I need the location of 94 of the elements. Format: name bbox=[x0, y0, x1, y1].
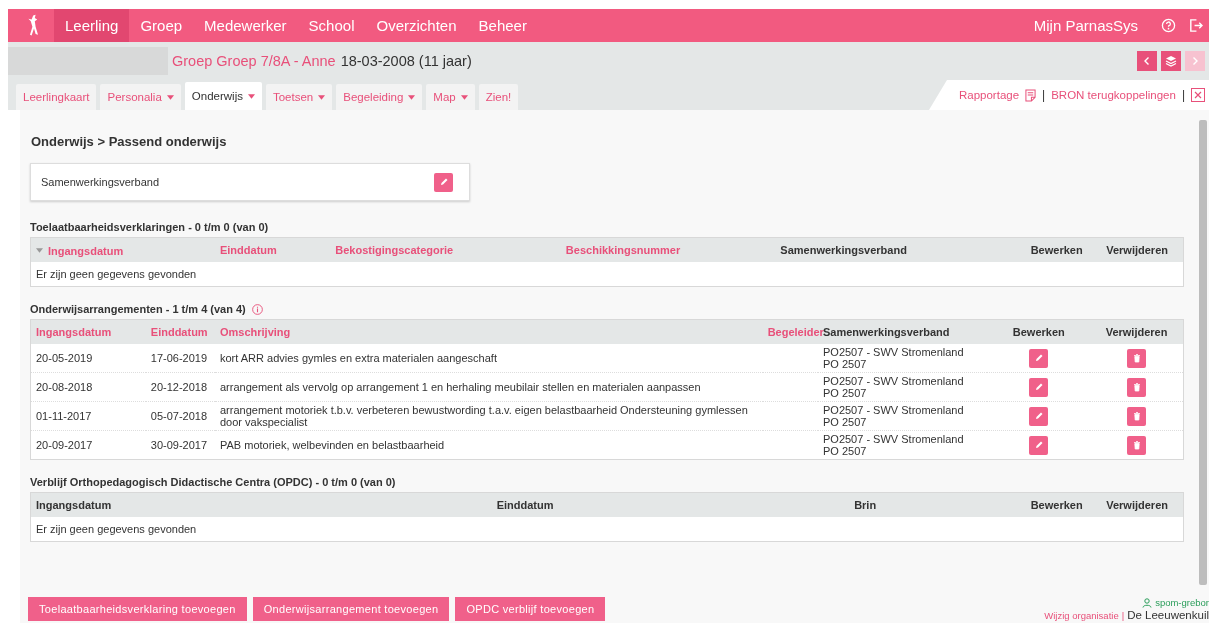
table-cell: 17-06-2019 bbox=[150, 352, 208, 364]
trash-icon bbox=[1131, 382, 1142, 392]
pencil-icon bbox=[438, 177, 449, 187]
page-title: Onderwijs > Passend onderwijs bbox=[31, 134, 228, 149]
trash-icon bbox=[1131, 353, 1142, 363]
edit-button[interactable] bbox=[434, 172, 453, 192]
tab[interactable]: Onderwijs bbox=[184, 82, 262, 110]
column-header: Bewerken bbox=[1030, 499, 1083, 511]
column-header: Verwijderen bbox=[1106, 499, 1168, 511]
close-icon[interactable] bbox=[1191, 88, 1205, 102]
nav-item[interactable]: School bbox=[297, 9, 366, 42]
pencil-icon bbox=[1033, 440, 1044, 450]
column-header: Samenwerkingsverband bbox=[780, 244, 907, 256]
tab[interactable]: Zien! bbox=[478, 84, 519, 110]
table-cell: arrangement als vervolg op arrangement 1 en herhaling meubilair stellen en materialen aanpassen bbox=[219, 381, 701, 393]
add-button[interactable]: Onderwijsarrangement toevoegen bbox=[252, 597, 450, 621]
column-header: Ingangsdatum bbox=[36, 499, 112, 511]
edit-button[interactable] bbox=[1029, 348, 1049, 368]
tab[interactable]: Begeleiding bbox=[336, 84, 423, 110]
edit-button[interactable] bbox=[1029, 377, 1049, 397]
column-header: Bewerken bbox=[1012, 326, 1065, 338]
student-birthdate: 18-03-2008 (11 jaar) bbox=[340, 53, 472, 69]
info-icon[interactable] bbox=[251, 303, 263, 315]
table-cell: 20-09-2017 bbox=[36, 439, 93, 451]
trash-icon bbox=[1131, 411, 1142, 421]
layers-icon bbox=[1165, 55, 1177, 67]
username: spom-grebor bbox=[1155, 596, 1209, 609]
table-title: Toelaatbaarheidsverklaringen - 0 t/m 0 (van 0) bbox=[30, 221, 269, 233]
table-cell: PO2507 - SWV Stromenland PO 2507 bbox=[823, 404, 964, 428]
column-header: Verwijderen bbox=[1106, 244, 1168, 256]
empty-message: Er zijn geen gegevens gevonden bbox=[36, 268, 197, 280]
delete-button[interactable] bbox=[1127, 435, 1147, 455]
delete-button[interactable] bbox=[1127, 348, 1147, 368]
change-organisation-link[interactable]: Wijzig organisatie bbox=[1044, 609, 1119, 622]
add-button[interactable]: Toelaatbaarheidsverklaring toevoegen bbox=[28, 597, 247, 621]
scrollbar[interactable] bbox=[1199, 120, 1207, 585]
trash-icon bbox=[1131, 440, 1142, 450]
user-icon bbox=[1142, 597, 1153, 608]
nav-item[interactable]: Leerling bbox=[54, 9, 130, 42]
table-cell: kort ARR advies gymles en extra materialen aangeschaft bbox=[219, 352, 497, 364]
column-header: Bewerken bbox=[1030, 244, 1083, 256]
report-link[interactable]: Rapportage bbox=[958, 89, 1020, 101]
document-icon bbox=[1025, 88, 1037, 102]
table-cell: arrangement motoriek t.b.v. verbeteren bewustwording t.a.v. eigen belastbaarheid Ondersteuning gymlessen door vakspecialist bbox=[219, 404, 748, 428]
add-button[interactable]: OPDC verblijf toevoegen bbox=[455, 597, 606, 621]
table-title: Verblijf Orthopedagogisch Didactische Centra (OPDC) - 0 t/m 0 (van 0) bbox=[30, 476, 396, 488]
chevron-left-icon bbox=[1142, 56, 1152, 66]
table-cell: PO2507 - SWV Stromenland PO 2507 bbox=[823, 433, 964, 457]
layers-button[interactable] bbox=[1161, 51, 1181, 71]
table-cell: 01-11-2017 bbox=[36, 410, 92, 422]
edit-button[interactable] bbox=[1029, 435, 1049, 455]
column-header: Brin bbox=[854, 499, 877, 511]
sort-icon[interactable] bbox=[36, 248, 43, 254]
table-cell: 20-05-2019 bbox=[36, 352, 93, 364]
table-cell: 05-07-2018 bbox=[150, 410, 208, 422]
tab[interactable]: Leerlingkaart bbox=[16, 84, 97, 110]
nav-item[interactable]: Groep bbox=[129, 9, 194, 42]
column-header: Verwijderen bbox=[1105, 326, 1168, 338]
tab[interactable]: Personalia bbox=[100, 84, 181, 110]
student-group: Groep Groep 7/8A - Anne bbox=[172, 53, 336, 69]
nav-item[interactable]: Overzichten bbox=[365, 9, 468, 42]
sortable-column-header[interactable]: Begeleider bbox=[767, 326, 824, 338]
tab[interactable]: Map bbox=[426, 84, 475, 110]
pencil-icon bbox=[1033, 353, 1044, 363]
card-label: Samenwerkingsverband bbox=[41, 176, 159, 188]
delete-button[interactable] bbox=[1127, 406, 1147, 426]
bron-link[interactable]: BRON terugkoppelingen bbox=[1051, 89, 1176, 101]
separator: | bbox=[1181, 88, 1185, 102]
table-title: Onderwijsarrangementen - 1 t/m 4 (van 4) bbox=[30, 303, 246, 315]
column-header: Samenwerkingsverband bbox=[823, 326, 950, 338]
pencil-icon bbox=[1033, 382, 1044, 392]
help-icon[interactable] bbox=[1161, 18, 1176, 33]
sortable-column-header[interactable]: Omschrijving bbox=[219, 326, 291, 338]
user-menu[interactable]: Mijn ParnasSys bbox=[1022, 9, 1149, 42]
edit-button[interactable] bbox=[1029, 406, 1049, 426]
table-cell: PAB motoriek, welbevinden en belastbaarheid bbox=[219, 439, 445, 451]
delete-button[interactable] bbox=[1127, 377, 1147, 397]
organisation-name: De Leeuwenkuil bbox=[1127, 608, 1209, 621]
nav-item[interactable]: Medewerker bbox=[193, 9, 298, 42]
separator: | bbox=[1042, 88, 1046, 102]
empty-message: Er zijn geen gegevens gevonden bbox=[36, 523, 197, 535]
table-cell: PO2507 - SWV Stromenland PO 2507 bbox=[823, 375, 964, 399]
logout-icon[interactable] bbox=[1188, 18, 1203, 33]
table-cell: 20-12-2018 bbox=[150, 381, 208, 393]
column-header: Einddatum bbox=[496, 499, 554, 511]
table-cell: 20-08-2018 bbox=[36, 381, 93, 393]
pencil-icon bbox=[1033, 411, 1044, 421]
previous-button[interactable] bbox=[1137, 51, 1157, 71]
table-cell: PO2507 - SWV Stromenland PO 2507 bbox=[823, 346, 964, 370]
separator: | bbox=[1121, 609, 1125, 622]
table-cell: 30-09-2017 bbox=[150, 439, 208, 451]
chevron-right-icon bbox=[1190, 56, 1200, 66]
tab[interactable]: Toetsen bbox=[265, 84, 333, 110]
nav-item[interactable]: Beheer bbox=[467, 9, 538, 42]
